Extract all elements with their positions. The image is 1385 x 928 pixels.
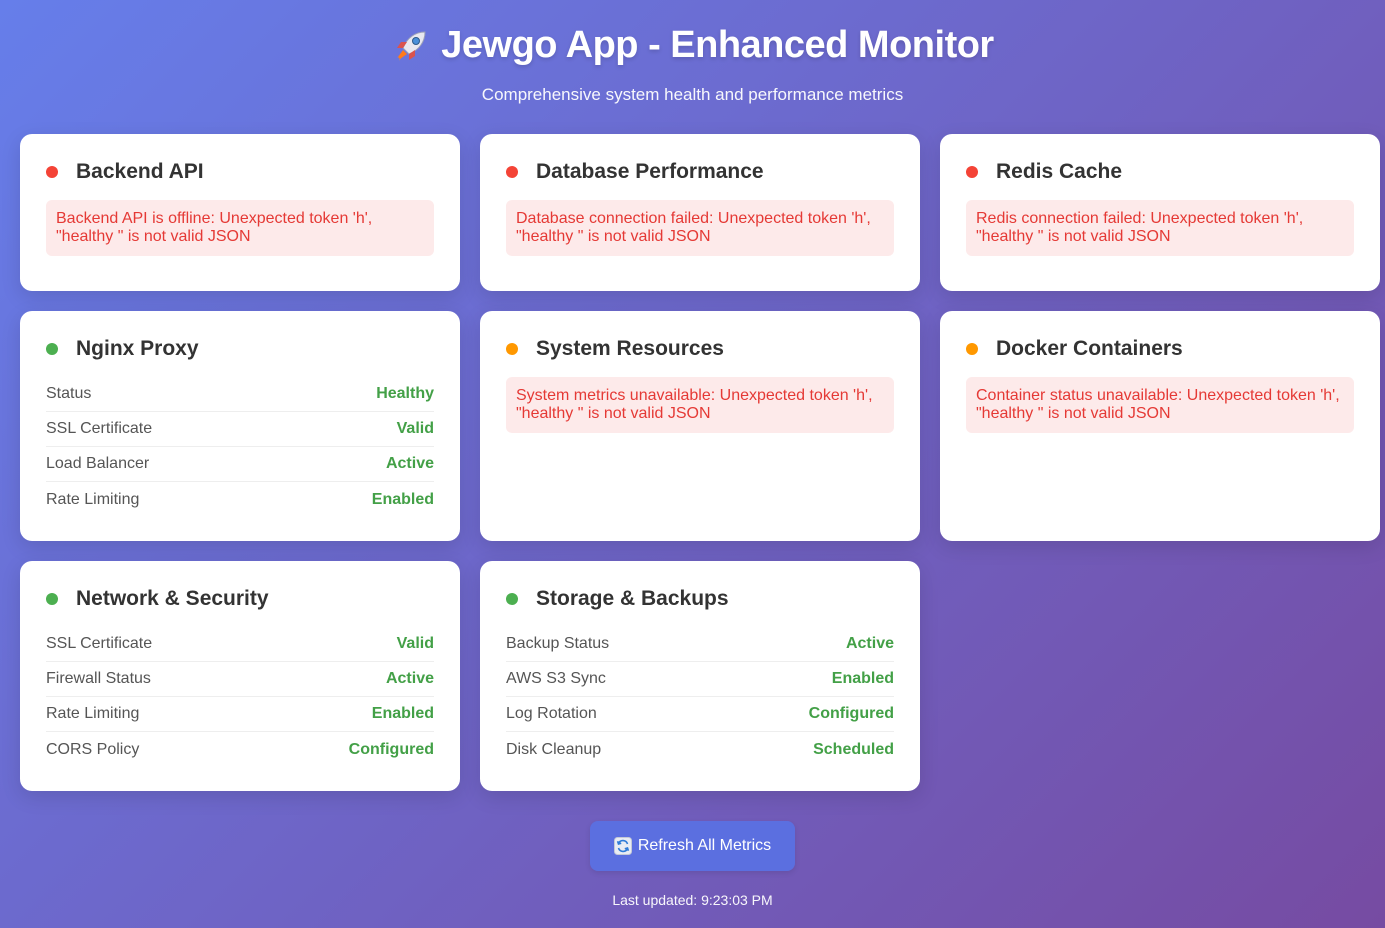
status-dot-warning	[966, 343, 978, 355]
card-nginx-proxy: Nginx Proxy Status Healthy SSL Certifica…	[20, 311, 460, 541]
metric-label: AWS S3 Sync	[506, 670, 606, 687]
card-network-security: Network & Security SSL Certificate Valid…	[20, 561, 460, 791]
metric-row: Rate Limiting Enabled	[46, 697, 434, 732]
error-message: Database connection failed: Unexpected t…	[506, 200, 894, 256]
card-title: System Resources	[536, 337, 724, 360]
status-dot-error	[966, 166, 978, 178]
metric-label: SSL Certificate	[46, 420, 153, 437]
card-database-performance: Database Performance Database connection…	[480, 134, 920, 291]
metric-value: Enabled	[371, 705, 434, 722]
metrics-grid: Backend API Backend API is offline: Unex…	[20, 134, 1380, 791]
metric-value: Healthy	[376, 385, 434, 402]
card-header: Network & Security	[46, 587, 434, 611]
metric-label: CORS Policy	[46, 740, 140, 758]
status-dot-error	[506, 166, 518, 178]
card-header: Docker Containers	[966, 337, 1354, 361]
card-header: Database Performance	[506, 160, 894, 184]
page-subtitle: Comprehensive system health and performa…	[481, 84, 904, 104]
status-dot-healthy	[46, 343, 58, 355]
metric-row: Log Rotation Configured	[506, 697, 894, 732]
metric-value: Active	[385, 670, 434, 687]
card-header: Storage & Backups	[506, 587, 894, 611]
card-title: Backend API	[76, 160, 204, 183]
card-docker-containers: Docker Containers Container status unava…	[940, 311, 1380, 541]
card-title: Network & Security	[76, 587, 269, 610]
metric-value: Configured	[348, 740, 434, 758]
metric-label: Load Balancer	[46, 455, 150, 472]
card-header: Backend API	[46, 160, 434, 184]
card-title: Database Performance	[536, 160, 764, 183]
page-title-text: Jewgo App - Enhanced Monitor	[441, 24, 994, 66]
metric-row: CORS Policy Configured	[46, 732, 434, 767]
card-storage-backups: Storage & Backups Backup Status Active A…	[480, 561, 920, 791]
card-redis-cache: Redis Cache Redis connection failed: Une…	[940, 134, 1380, 291]
status-dot-warning	[506, 343, 518, 355]
card-header: System Resources	[506, 337, 894, 361]
metric-row: Firewall Status Active	[46, 662, 434, 697]
status-dot-error	[46, 166, 58, 178]
card-title: Storage & Backups	[536, 587, 729, 610]
refresh-all-metrics-button[interactable]: Refresh All Metrics	[589, 821, 796, 871]
page-title: Jewgo App - Enhanced Monitor	[391, 24, 994, 67]
metric-row: Rate Limiting Enabled	[46, 482, 434, 517]
rocket-icon	[391, 26, 431, 66]
metric-value: Enabled	[371, 490, 434, 508]
metric-label: Rate Limiting	[46, 705, 140, 722]
page-header: Jewgo App - Enhanced Monitor Comprehensi…	[0, 24, 1385, 105]
error-message: Backend API is offline: Unexpected token…	[46, 200, 434, 256]
metric-value: Valid	[396, 420, 434, 437]
card-title: Redis Cache	[996, 160, 1123, 183]
metric-value: Configured	[808, 705, 894, 722]
metric-row: SSL Certificate Valid	[46, 412, 434, 447]
card-title: Nginx Proxy	[76, 337, 199, 360]
metric-label: Firewall Status	[46, 670, 151, 687]
metric-label: Status	[46, 385, 92, 402]
metric-row: Disk Cleanup Scheduled	[506, 732, 894, 767]
metric-row: Backup Status Active	[506, 627, 894, 662]
metric-label: Log Rotation	[506, 705, 597, 722]
refresh-icon	[613, 837, 632, 855]
error-message: Redis connection failed: Unexpected toke…	[966, 200, 1354, 256]
metric-value: Valid	[396, 635, 434, 652]
card-header: Redis Cache	[966, 160, 1354, 184]
last-updated-timestamp: Last updated: 9:23:03 PM	[612, 892, 773, 908]
metric-row: Status Healthy	[46, 377, 434, 412]
metric-row: Load Balancer Active	[46, 447, 434, 482]
metric-value: Enabled	[831, 670, 894, 687]
metric-row: AWS S3 Sync Enabled	[506, 662, 894, 697]
metric-value: Active	[385, 455, 434, 472]
card-header: Nginx Proxy	[46, 337, 434, 361]
status-dot-healthy	[506, 593, 518, 605]
refresh-button-label: Refresh All Metrics	[637, 837, 772, 854]
metric-row: SSL Certificate Valid	[46, 627, 434, 662]
card-title: Docker Containers	[996, 337, 1183, 360]
card-backend-api: Backend API Backend API is offline: Unex…	[20, 134, 460, 291]
metric-label: Backup Status	[506, 635, 610, 652]
page-footer: Refresh All Metrics Last updated: 9:23:0…	[0, 821, 1385, 908]
metric-label: SSL Certificate	[46, 635, 153, 652]
error-message: System metrics unavailable: Unexpected t…	[506, 377, 894, 433]
status-dot-healthy	[46, 593, 58, 605]
error-message: Container status unavailable: Unexpected…	[966, 377, 1354, 433]
card-system-resources: System Resources System metrics unavaila…	[480, 311, 920, 541]
metric-label: Disk Cleanup	[506, 740, 602, 758]
metric-value: Active	[845, 635, 894, 652]
metric-value: Scheduled	[813, 740, 894, 758]
metric-label: Rate Limiting	[46, 490, 140, 508]
